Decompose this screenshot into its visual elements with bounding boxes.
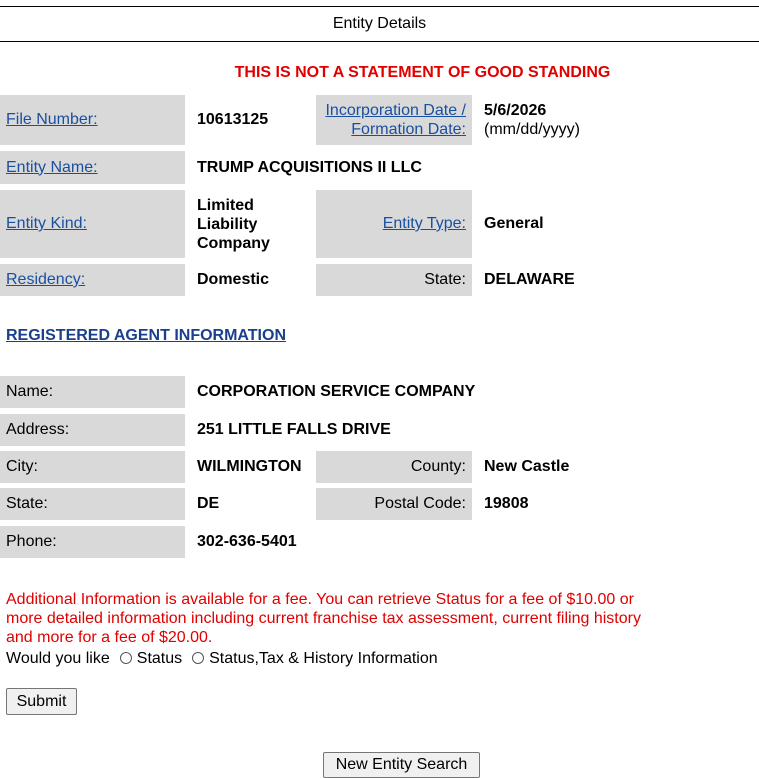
entity-state-label: State:: [316, 264, 472, 296]
entity-kind-link[interactable]: Entity Kind:: [6, 215, 87, 233]
inc-date-link-line2[interactable]: Formation Date:: [351, 120, 466, 139]
entity-name-link[interactable]: Entity Name:: [6, 159, 98, 177]
entity-kind-value: Limited Liability Company: [185, 190, 316, 258]
new-entity-search-button[interactable]: New Entity Search: [323, 752, 480, 778]
file-number-label-cell: File Number:: [0, 95, 185, 145]
agent-state-value: DE: [197, 495, 220, 512]
options-prompt: Would you like: [6, 650, 110, 667]
agent-city-value: WILMINGTON: [197, 458, 302, 475]
inc-date-format: (mm/dd/yyyy): [484, 121, 580, 138]
status-radio[interactable]: [119, 652, 132, 664]
additional-info-line3: and more for a fee of $20.00.: [6, 629, 213, 646]
file-number-link[interactable]: File Number:: [6, 111, 98, 129]
status-tax-history-option-label: Status,Tax & History Information: [209, 650, 438, 667]
agent-postal-value: 19808: [484, 495, 529, 512]
entity-details-page: Entity Details THIS IS NOT A STATEMENT O…: [0, 0, 759, 778]
agent-city-label: City:: [0, 451, 185, 483]
info-options: Would you like Status Status,Tax & Histo…: [6, 650, 438, 668]
agent-state-label: State:: [0, 488, 185, 520]
agent-phone-label: Phone:: [0, 526, 185, 558]
residency-link[interactable]: Residency:: [6, 271, 85, 289]
agent-county-label: County:: [316, 451, 472, 483]
entity-kind-label-cell: Entity Kind:: [0, 190, 185, 258]
entity-kind-line1: Limited: [197, 196, 254, 214]
agent-county-value: New Castle: [484, 458, 570, 475]
entity-kind-line3: Company: [197, 234, 270, 252]
entity-kind-line2: Liability: [197, 215, 258, 233]
additional-info-line1: Additional Information is available for …: [6, 591, 634, 608]
additional-info-line2: more detailed information including curr…: [6, 610, 641, 627]
submit-button[interactable]: Submit: [6, 688, 77, 715]
agent-address-label: Address:: [0, 414, 185, 446]
agent-phone-value: 302-636-5401: [197, 533, 297, 550]
residency-value: Domestic: [197, 271, 270, 288]
residency-label-cell: Residency:: [0, 264, 185, 296]
registered-agent-heading[interactable]: REGISTERED AGENT INFORMATION: [6, 327, 286, 345]
additional-info-text: Additional Information is available for …: [6, 590, 666, 647]
entity-name-label-cell: Entity Name:: [0, 151, 185, 184]
status-option-label: Status: [136, 650, 183, 667]
entity-type-value: General: [484, 215, 544, 232]
inc-date-value-cell: 5/6/2026 (mm/dd/yyyy): [472, 95, 672, 145]
file-number-value: 10613125: [197, 111, 269, 128]
entity-type-link[interactable]: Entity Type:: [383, 215, 466, 233]
agent-postal-label: Postal Code:: [316, 488, 472, 520]
agent-name-value: CORPORATION SERVICE COMPANY: [197, 383, 476, 400]
inc-date-link-line1[interactable]: Incorporation Date /: [325, 101, 466, 120]
page-title: Entity Details: [0, 6, 759, 42]
inc-date-value: 5/6/2026: [484, 102, 547, 119]
good-standing-warning: THIS IS NOT A STATEMENT OF GOOD STANDING: [234, 64, 611, 81]
entity-name-value: TRUMP ACQUISITIONS II LLC: [197, 158, 422, 176]
entity-type-label-cell: Entity Type:: [316, 190, 472, 258]
agent-name-label: Name:: [0, 376, 185, 408]
inc-date-label-cell: Incorporation Date / Formation Date:: [316, 95, 472, 145]
status-tax-history-radio[interactable]: [192, 652, 205, 664]
entity-state-value: DELAWARE: [484, 271, 575, 288]
agent-address-value: 251 LITTLE FALLS DRIVE: [197, 421, 391, 438]
